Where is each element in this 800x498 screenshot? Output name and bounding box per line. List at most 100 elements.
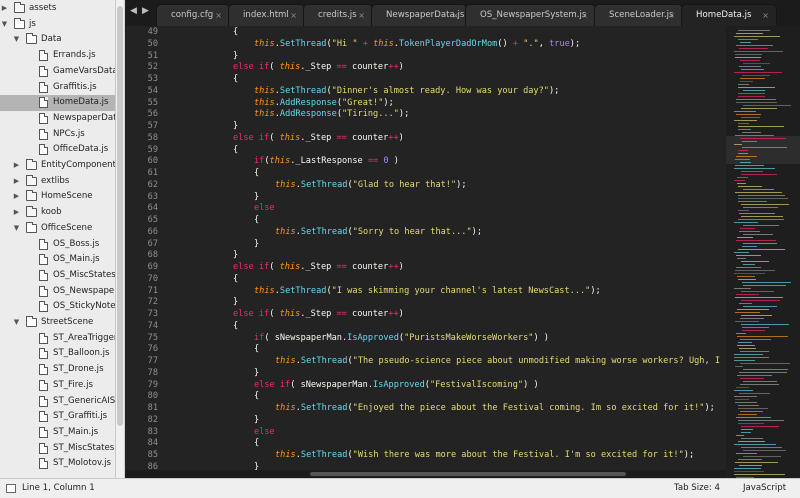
- sidebar-folder[interactable]: ▼ Data: [0, 32, 115, 48]
- syntax-selector[interactable]: JavaScript: [743, 483, 786, 493]
- code-line[interactable]: else if( sNewspaperMan.IsApproved("Festi…: [254, 380, 539, 390]
- tab-newspaperdata-js[interactable]: NewspaperData.js ×: [371, 4, 467, 26]
- code-line[interactable]: this.AddResponse("Tiring...");: [254, 109, 409, 119]
- sidebar-file[interactable]: ST_MiscStates.j: [0, 441, 115, 457]
- tab-credits-js[interactable]: credits.js ×: [303, 4, 373, 26]
- code-line[interactable]: this.SetThread("The pseudo-science piece…: [275, 356, 726, 366]
- code-line[interactable]: {: [254, 391, 259, 401]
- sidebar-scrollbar-thumb[interactable]: [117, 6, 123, 426]
- chevron-right-icon[interactable]: ▶: [12, 205, 21, 221]
- nav-back-icon[interactable]: ◀: [130, 6, 137, 16]
- code-line[interactable]: }: [254, 368, 259, 378]
- chevron-right-icon[interactable]: ▶: [12, 189, 21, 205]
- sidebar-file[interactable]: Graffitis.js: [0, 80, 115, 96]
- code-line[interactable]: if( sNewspaperMan.IsApproved("PuristsMak…: [254, 333, 549, 343]
- code-line[interactable]: {: [254, 168, 259, 178]
- code-line[interactable]: {: [233, 145, 238, 155]
- sidebar-file[interactable]: ST_Main.js: [0, 425, 115, 441]
- close-icon[interactable]: ×: [668, 5, 675, 26]
- sidebar-folder[interactable]: ▼ StreetScene: [0, 315, 115, 331]
- code-line[interactable]: {: [254, 215, 259, 225]
- sidebar-file[interactable]: OS_Main.js: [0, 252, 115, 268]
- horizontal-scrollbar-thumb[interactable]: [310, 472, 626, 476]
- sidebar-file[interactable]: ST_GenericAISt: [0, 394, 115, 410]
- sidebar-file[interactable]: NPCs.js: [0, 127, 115, 143]
- sidebar-scrollbar[interactable]: [116, 0, 125, 478]
- tab-homedata-js[interactable]: HomeData.js ×: [681, 4, 777, 26]
- chevron-down-icon[interactable]: ▼: [12, 32, 21, 48]
- tab-os-newspapersystem-js[interactable]: OS_NewspaperSystem.js ×: [465, 4, 596, 26]
- code-line[interactable]: this.SetThread("Dinner's almost ready. H…: [254, 86, 559, 96]
- code-line[interactable]: {: [254, 438, 259, 448]
- sidebar-file[interactable]: OfficeData.js: [0, 142, 115, 158]
- nav-forward-icon[interactable]: ▶: [142, 6, 149, 16]
- code-line[interactable]: }: [254, 192, 259, 202]
- code-editor[interactable]: 49 {50 this.SetThread("Hi " + this.TokenPl…: [126, 26, 726, 470]
- sidebar-file[interactable]: ST_Fire.js: [0, 378, 115, 394]
- sidebar-file[interactable]: ST_Molotov.js: [0, 456, 115, 472]
- sidebar-file[interactable]: ST_AreaTrigger: [0, 331, 115, 347]
- code-line[interactable]: this.SetThread("Glad to hear that!");: [275, 180, 467, 190]
- code-line[interactable]: }: [233, 51, 238, 61]
- sidebar-file[interactable]: OS_Newspaper: [0, 284, 115, 300]
- code-line[interactable]: this.SetThread("I was skimming your chan…: [254, 286, 601, 296]
- code-line[interactable]: this.SetThread("Enjoyed the piece about …: [275, 403, 715, 413]
- chevron-down-icon[interactable]: ▼: [12, 315, 21, 331]
- horizontal-scrollbar[interactable]: [126, 470, 726, 478]
- code-line[interactable]: else: [254, 427, 275, 437]
- sidebar-folder[interactable]: ▼ js: [0, 17, 115, 33]
- sidebar-file[interactable]: ST_Drone.js: [0, 362, 115, 378]
- tab-config-cfg[interactable]: config.cfg ×: [156, 4, 230, 26]
- code-line[interactable]: }: [233, 297, 238, 307]
- code-line[interactable]: {: [233, 274, 238, 284]
- code-line[interactable]: }: [254, 415, 259, 425]
- panel-toggle-icon[interactable]: [6, 484, 16, 493]
- code-line[interactable]: {: [233, 74, 238, 84]
- sidebar-folder[interactable]: ▶ assets: [0, 1, 115, 17]
- sidebar-folder[interactable]: ▶ extlibs: [0, 174, 115, 190]
- close-icon[interactable]: ×: [290, 5, 297, 26]
- sidebar-file[interactable]: OS_MiscStates.j: [0, 268, 115, 284]
- sidebar-folder[interactable]: ▼ OfficeScene: [0, 221, 115, 237]
- sidebar-file[interactable]: Errands.js: [0, 48, 115, 64]
- sidebar-folder[interactable]: ▶ koob: [0, 205, 115, 221]
- minimap[interactable]: [726, 26, 800, 478]
- code-line[interactable]: this.SetThread("Hi " + this.TokenPlayerD…: [254, 39, 580, 49]
- sidebar-folder[interactable]: ▶ HomeScene: [0, 189, 115, 205]
- sidebar-file[interactable]: HomeData.js: [0, 95, 115, 111]
- code-line[interactable]: {: [254, 344, 259, 354]
- code-line[interactable]: this.SetThread("Wish there was more abou…: [275, 450, 694, 460]
- sidebar-folder[interactable]: ▶ EntityComponent: [0, 158, 115, 174]
- chevron-right-icon[interactable]: ▶: [12, 174, 21, 190]
- sidebar-file[interactable]: OS_StickyNote: [0, 299, 115, 315]
- close-icon[interactable]: ×: [215, 5, 222, 26]
- code-line[interactable]: else if( this._Step == counter++): [233, 62, 404, 72]
- sidebar-file[interactable]: OS_Boss.js: [0, 237, 115, 253]
- chevron-down-icon[interactable]: ▼: [0, 17, 9, 33]
- close-icon[interactable]: ×: [358, 5, 365, 26]
- code-line[interactable]: this.SetThread("Sorry to hear that...");: [275, 227, 482, 237]
- sidebar-file[interactable]: ST_Graffiti.js: [0, 409, 115, 425]
- chevron-right-icon[interactable]: ▶: [12, 158, 21, 174]
- tab-index-html[interactable]: index.html ×: [228, 4, 305, 26]
- code-line[interactable]: else: [254, 203, 275, 213]
- close-icon[interactable]: ×: [762, 5, 769, 26]
- code-line[interactable]: }: [233, 250, 238, 260]
- close-icon[interactable]: ×: [452, 5, 459, 26]
- chevron-down-icon[interactable]: ▼: [12, 221, 21, 237]
- code-line[interactable]: this.AddResponse("Great!");: [254, 98, 394, 108]
- code-line[interactable]: {: [233, 27, 238, 37]
- tab-size-selector[interactable]: Tab Size: 4: [674, 483, 720, 493]
- code-line[interactable]: else if( this._Step == counter++): [233, 133, 404, 143]
- code-line[interactable]: }: [254, 462, 259, 470]
- code-line[interactable]: }: [233, 121, 238, 131]
- code-line[interactable]: if(this._LastResponse == 0 ): [254, 156, 399, 166]
- sidebar-file[interactable]: ST_Balloon.js: [0, 346, 115, 362]
- sidebar-file[interactable]: NewspaperDat: [0, 111, 115, 127]
- close-icon[interactable]: ×: [581, 5, 588, 26]
- code-line[interactable]: }: [254, 239, 259, 249]
- sidebar-file[interactable]: GameVarsData: [0, 64, 115, 80]
- code-line[interactable]: {: [233, 321, 238, 331]
- code-line[interactable]: else if( this._Step == counter++): [233, 309, 404, 319]
- tab-sceneloader-js[interactable]: SceneLoader.js ×: [594, 4, 683, 26]
